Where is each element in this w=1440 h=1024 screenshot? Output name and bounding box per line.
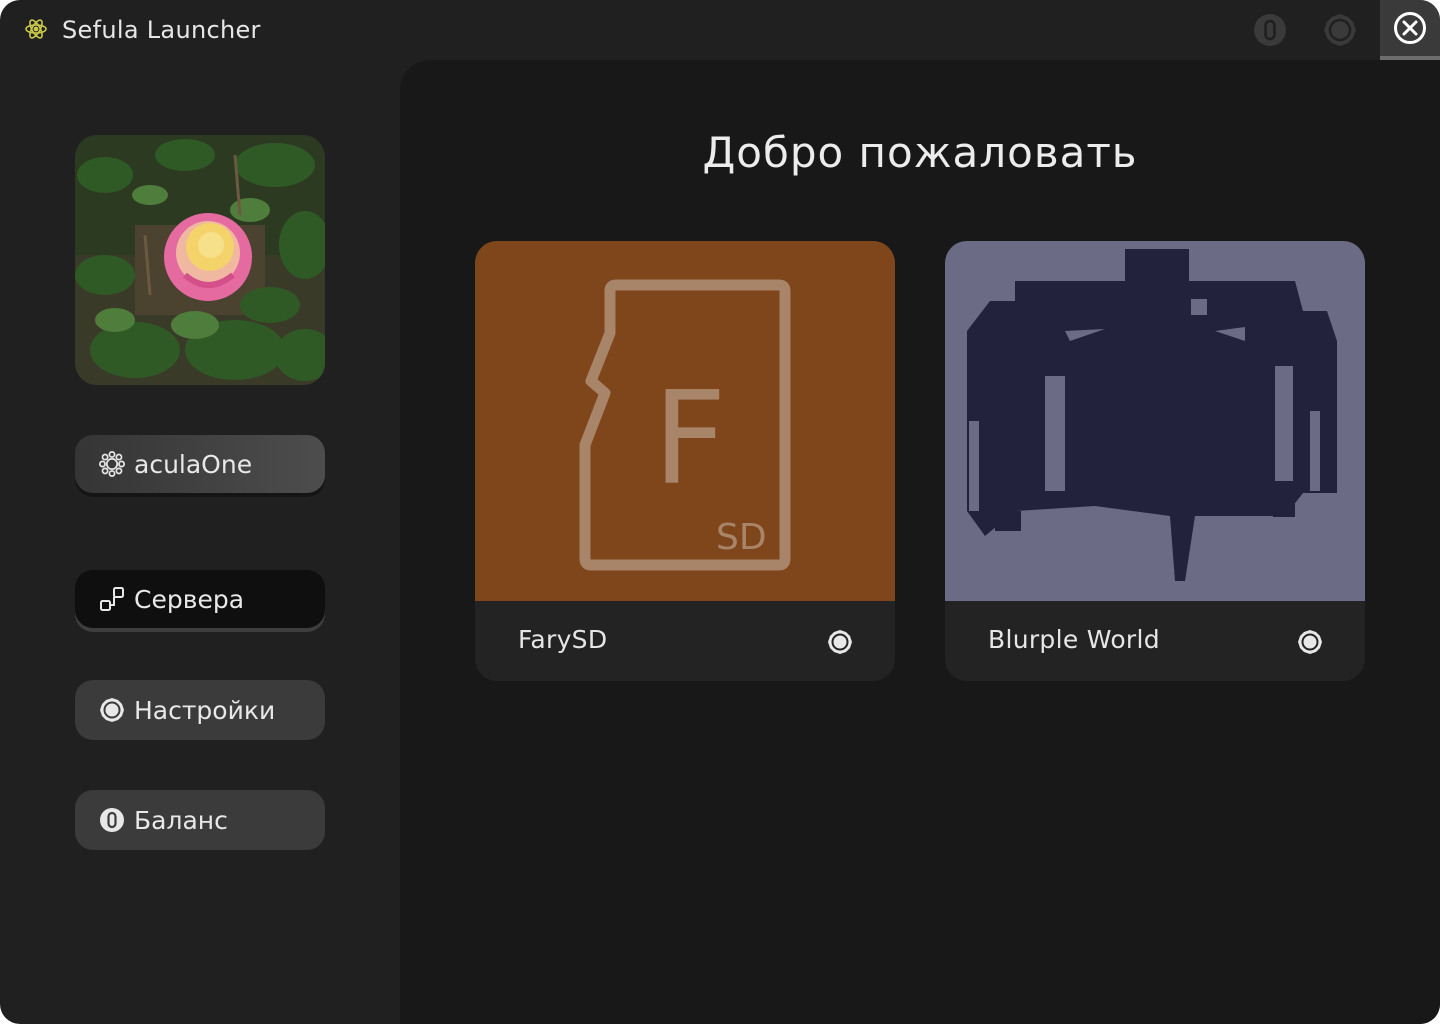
balance-nav-button[interactable]: Баланс	[75, 790, 325, 850]
atom-gear-icon	[25, 19, 47, 39]
user-name: aculaOne	[134, 449, 253, 479]
server-card-footer: Blurple World	[945, 601, 1365, 681]
servers-nav-label: Сервера	[134, 584, 245, 614]
balance-button[interactable]	[1240, 0, 1300, 60]
sidebar: aculaOne Сервера Настройки Баланс	[0, 60, 400, 1024]
server-card-footer: FarySD	[475, 601, 895, 681]
farysd-logo-letter: F	[653, 365, 727, 514]
main-content: Добро пожаловать F SD FarySD Blurple Wor…	[400, 60, 1440, 1024]
welcome-heading: Добро пожаловать	[702, 128, 1138, 177]
settings-gear-icon	[1324, 14, 1356, 46]
balance-coin-icon	[1254, 14, 1286, 46]
server-name: Blurple World	[988, 625, 1160, 654]
servers-nav-button[interactable]: Сервера	[75, 570, 325, 628]
server-name: FarySD	[518, 625, 608, 654]
user-gear-icon	[99, 451, 125, 477]
user-profile-button[interactable]: aculaOne	[75, 435, 325, 493]
server-settings-gear-icon[interactable]	[827, 629, 853, 655]
server-settings-gear-icon[interactable]	[1297, 629, 1323, 655]
settings-button[interactable]	[1310, 0, 1370, 60]
settings-nav-label: Настройки	[134, 695, 276, 725]
settings-nav-button[interactable]: Настройки	[75, 680, 325, 740]
close-button[interactable]	[1380, 0, 1440, 60]
close-icon	[1394, 12, 1426, 44]
settings-gear-icon	[99, 697, 125, 723]
server-image-farysd: F SD	[475, 241, 895, 601]
launcher-window: Sefula Launcher aculaOne Сервера Настрой…	[0, 0, 1440, 1024]
servers-icon	[99, 586, 125, 612]
server-card-blurple-world[interactable]: Blurple World	[945, 241, 1365, 681]
app-title: Sefula Launcher	[62, 16, 261, 44]
title-bar[interactable]: Sefula Launcher	[0, 0, 1440, 60]
server-card-farysd[interactable]: F SD FarySD	[475, 241, 895, 681]
balance-nav-label: Баланс	[134, 805, 228, 835]
rose-photo	[75, 135, 325, 385]
server-image-blurple-world	[945, 241, 1365, 601]
avatar[interactable]	[75, 135, 325, 385]
balance-coin-icon	[99, 807, 125, 833]
farysd-logo-sd: SD	[716, 517, 767, 558]
